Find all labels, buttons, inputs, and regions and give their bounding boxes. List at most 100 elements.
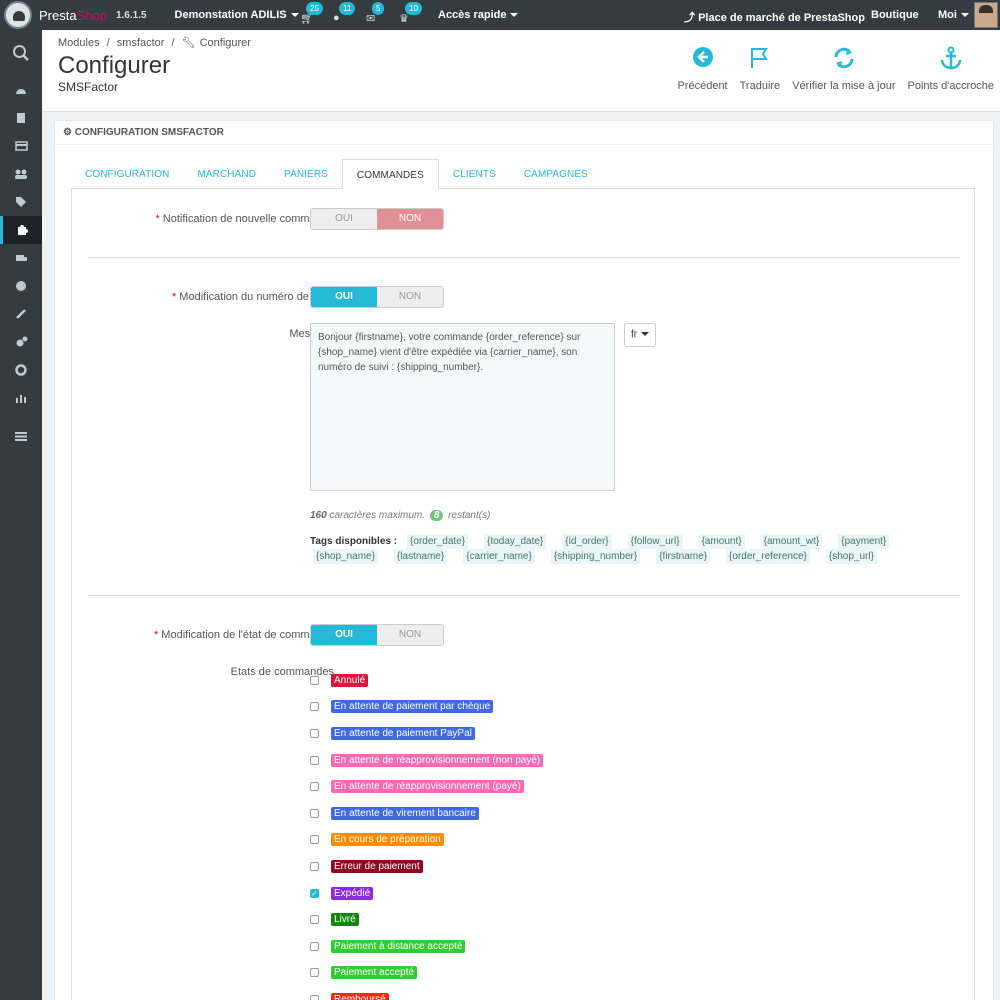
tag-item[interactable]: {payment} <box>838 534 890 549</box>
page-subtitle: SMSFactor <box>58 80 119 94</box>
orders-icon[interactable] <box>0 104 42 132</box>
switch-yes[interactable]: OUI <box>311 625 377 645</box>
tab-configuration[interactable]: CONFIGURATION <box>71 159 183 189</box>
tab-commandes[interactable]: COMMANDES <box>341 159 439 189</box>
order-state-checkbox[interactable]: ✓ <box>310 888 319 898</box>
notification-messages[interactable]: ✉ 5 <box>362 0 392 30</box>
order-state-checkbox[interactable] <box>310 835 319 845</box>
order-state-row: Paiement à distance accepté <box>310 933 543 960</box>
tag-item[interactable]: {firstname} <box>656 549 711 564</box>
tag-item[interactable]: {order_date} <box>407 534 469 549</box>
config-panel: ⚙ CONFIGURATION SMSFACTOR CONFIGURATION … <box>54 120 994 1000</box>
order-state-row: Paiement accepté <box>310 960 543 987</box>
dashboard-icon[interactable] <box>0 76 42 104</box>
order-state-checkbox[interactable] <box>310 968 319 978</box>
preferences-icon[interactable] <box>0 300 42 328</box>
order-state-badge: Remboursé <box>331 992 389 1000</box>
tag-item[interactable]: {follow_url} <box>627 534 683 549</box>
notification-count: 25 <box>306 2 323 15</box>
order-state-checkbox[interactable] <box>310 728 319 738</box>
order-state-checkbox[interactable] <box>310 702 319 712</box>
order-state-checkbox[interactable] <box>310 915 319 925</box>
tag-item[interactable]: {today_date} <box>484 534 547 549</box>
store-selector[interactable]: Demonstation ADILIS <box>175 9 299 21</box>
tag-item[interactable]: {shipping_number} <box>550 549 641 564</box>
logo[interactable]: PrestaShop 1.6.1.5 <box>4 1 147 29</box>
order-state-row: Annulé <box>310 667 543 694</box>
switch-no[interactable]: NON <box>377 287 443 307</box>
translate-button[interactable]: Traduire <box>740 46 780 92</box>
order-state-badge: En attente de paiement PayPal <box>331 726 475 740</box>
sidebar <box>0 30 42 1000</box>
tab-marchand[interactable]: MARCHAND <box>183 159 270 189</box>
user-icon: ● <box>333 12 340 24</box>
avatar[interactable] <box>974 2 998 28</box>
available-tags: Tags disponibles : {order_date} {today_dat… <box>310 534 950 564</box>
order-state-checkbox[interactable] <box>310 994 319 1000</box>
check-update-button[interactable]: Vérifier la mise à jour <box>792 46 896 92</box>
breadcrumb-smsfactor[interactable]: smsfactor <box>117 37 165 49</box>
order-state-row: ✓ Expédié <box>310 880 543 907</box>
stats-icon[interactable] <box>0 384 42 412</box>
order-state-checkbox[interactable] <box>310 861 319 871</box>
shipping-icon[interactable] <box>0 244 42 272</box>
hooks-button[interactable]: Points d'accroche <box>908 46 994 92</box>
tag-item[interactable]: {amount} <box>698 534 745 549</box>
tag-item[interactable]: {lastname} <box>393 549 448 564</box>
new-order-label: * Notification de nouvelle commande <box>155 213 335 225</box>
tag-item[interactable]: {shop_url} <box>825 549 877 564</box>
admin-icon[interactable] <box>0 356 42 384</box>
breadcrumb-modules[interactable]: Modules <box>58 37 100 49</box>
tag-item[interactable]: {carrier_name} <box>463 549 535 564</box>
order-state-checkbox[interactable] <box>310 755 319 765</box>
breadcrumb: Modules / smsfactor / 🔧︎ Configurer <box>58 37 251 49</box>
tag-item[interactable]: {order_reference} <box>726 549 810 564</box>
switch-yes[interactable]: OUI <box>311 209 377 229</box>
tab-content-commandes: * Notification de nouvelle commande OUI N… <box>71 189 975 1000</box>
tag-item[interactable]: {shop_name} <box>313 549 378 564</box>
refresh-icon <box>830 46 858 74</box>
menu-icon[interactable] <box>0 422 42 450</box>
back-button[interactable]: Précédent <box>677 46 728 92</box>
char-counter: 160 caractères maximum. 8 restant(s) <box>310 510 491 521</box>
order-state-badge: Paiement à distance accepté <box>331 939 466 953</box>
tracking-switch[interactable]: OUI NON <box>310 286 444 308</box>
prestashop-logo-icon <box>4 1 32 29</box>
order-state-checkbox[interactable] <box>310 675 319 685</box>
modules-icon[interactable] <box>0 216 42 244</box>
order-state-badge: Annulé <box>331 673 369 687</box>
tab-clients[interactable]: CLIENTS <box>439 159 510 189</box>
advanced-icon[interactable] <box>0 328 42 356</box>
customers-icon[interactable] <box>0 160 42 188</box>
order-state-checkbox[interactable] <box>310 808 319 818</box>
notification-customers[interactable]: ● 11 <box>329 0 359 30</box>
language-select[interactable]: fr <box>624 323 656 347</box>
tags-icon[interactable] <box>0 188 42 216</box>
tag-item[interactable]: {amount_wt} <box>760 534 823 549</box>
quick-access-menu[interactable]: Accès rapide <box>438 9 519 21</box>
payment-icon[interactable] <box>0 132 42 160</box>
cogs-icon: ⚙ <box>63 127 75 138</box>
tag-item[interactable]: {id_order} <box>562 534 612 549</box>
notification-trophies[interactable]: ♛ 10 <box>395 0 425 30</box>
tab-campagnes[interactable]: CAMPAGNES <box>510 159 602 189</box>
switch-yes[interactable]: OUI <box>311 287 377 307</box>
order-state-badge: En attente de virement bancaire <box>331 806 479 820</box>
switch-no[interactable]: NON <box>377 625 443 645</box>
order-state-checkbox[interactable] <box>310 941 319 951</box>
message-textarea[interactable]: Bonjour {firstname}, votre commande {ord… <box>310 323 615 491</box>
state-change-switch[interactable]: OUI NON <box>310 624 444 646</box>
switch-no[interactable]: NON <box>377 209 443 229</box>
user-menu[interactable]: Moi <box>938 9 969 21</box>
order-state-checkbox[interactable] <box>310 782 319 792</box>
search-icon[interactable] <box>0 30 42 76</box>
new-order-switch[interactable]: OUI NON <box>310 208 444 230</box>
shop-link[interactable]: Boutique <box>871 9 919 21</box>
page-header: Modules / smsfactor / 🔧︎ Configurer Confi… <box>42 30 1000 112</box>
tab-paniers[interactable]: PANIERS <box>270 159 342 189</box>
localization-icon[interactable] <box>0 272 42 300</box>
marketplace-link[interactable]: ⤴ Place de marché de PrestaShop <box>684 9 865 25</box>
notification-orders[interactable]: 🛒︎ 25 <box>296 0 326 30</box>
main-content: Modules / smsfactor / 🔧︎ Configurer Confi… <box>42 30 1000 1000</box>
divider <box>88 595 960 596</box>
